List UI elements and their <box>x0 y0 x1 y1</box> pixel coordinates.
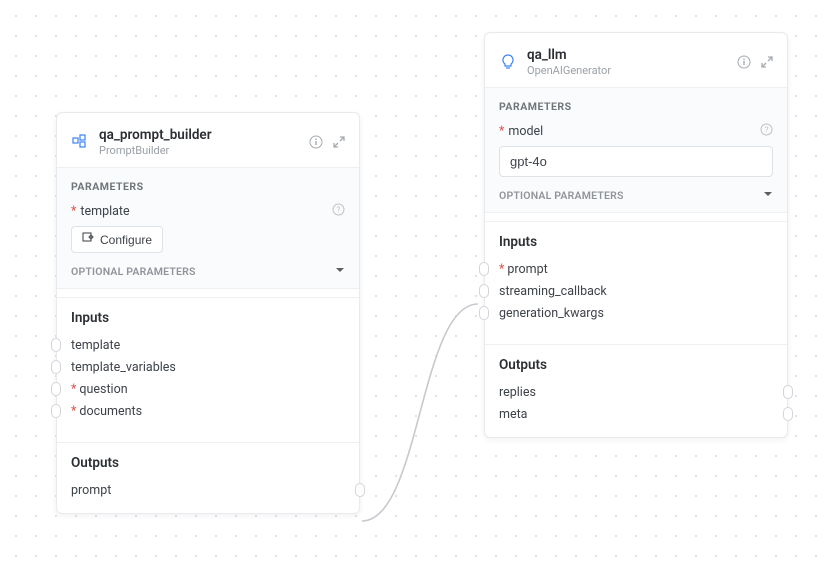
input-template-variables: template_variables <box>71 356 345 378</box>
port-handle[interactable] <box>51 404 61 418</box>
port-handle[interactable] <box>479 284 489 298</box>
edit-icon <box>82 232 94 247</box>
port-handle[interactable] <box>51 338 61 352</box>
input-question: *question <box>71 378 345 400</box>
node-subtitle: PromptBuilder <box>99 144 212 157</box>
inputs-heading: Inputs <box>499 234 773 250</box>
inputs-heading: Inputs <box>71 310 345 326</box>
port-handle[interactable] <box>479 306 489 320</box>
outputs-heading: Outputs <box>71 455 345 471</box>
grid-icon <box>71 133 89 151</box>
node-title: qa_prompt_builder <box>99 127 212 143</box>
port-handle[interactable] <box>783 385 793 399</box>
optional-parameters-toggle[interactable]: OPTIONAL PARAMETERS <box>499 189 773 202</box>
svg-text:?: ? <box>765 126 769 135</box>
expand-icon[interactable] <box>761 56 773 68</box>
port-handle[interactable] <box>51 360 61 374</box>
output-meta: meta <box>499 403 773 425</box>
param-template-label: *template ? <box>71 203 345 220</box>
outputs-heading: Outputs <box>499 357 773 373</box>
configure-label: Configure <box>100 233 152 247</box>
node-header: qa_llm OpenAIGenerator <box>485 33 787 87</box>
inputs-section: Inputs template template_variables *ques… <box>57 297 359 434</box>
chevron-down-icon <box>763 189 773 202</box>
param-model-label: *model ? <box>499 123 773 140</box>
node-qa-llm[interactable]: qa_llm OpenAIGenerator PARAMETERS *model… <box>484 32 788 438</box>
input-streaming-callback: streaming_callback <box>499 280 773 302</box>
model-input[interactable] <box>499 146 773 177</box>
input-documents: *documents <box>71 400 345 422</box>
input-template: template <box>71 334 345 356</box>
port-handle[interactable] <box>51 382 61 396</box>
port-handle[interactable] <box>783 407 793 421</box>
input-prompt: *prompt <box>499 258 773 280</box>
svg-text:?: ? <box>337 206 341 215</box>
node-title: qa_llm <box>527 47 611 63</box>
port-handle[interactable] <box>355 483 365 497</box>
info-icon[interactable] <box>737 55 751 69</box>
expand-icon[interactable] <box>333 136 345 148</box>
output-prompt: prompt <box>71 479 345 501</box>
parameters-block: PARAMETERS *model ? OPTIONAL PARAMETERS <box>485 87 787 213</box>
info-icon[interactable] <box>309 135 323 149</box>
inputs-section: Inputs *prompt streaming_callback genera… <box>485 221 787 336</box>
outputs-section: Outputs prompt <box>57 442 359 513</box>
configure-button[interactable]: Configure <box>71 226 163 253</box>
chevron-down-icon <box>335 265 345 278</box>
node-qa-prompt-builder[interactable]: qa_prompt_builder PromptBuilder PARAMETE… <box>56 112 360 514</box>
node-header: qa_prompt_builder PromptBuilder <box>57 113 359 167</box>
outputs-section: Outputs replies meta <box>485 344 787 437</box>
parameters-heading: PARAMETERS <box>499 100 773 113</box>
help-icon[interactable]: ? <box>332 203 345 220</box>
optional-parameters-toggle[interactable]: OPTIONAL PARAMETERS <box>71 265 345 278</box>
port-handle[interactable] <box>479 262 489 276</box>
help-icon[interactable]: ? <box>760 123 773 140</box>
parameters-block: PARAMETERS *template ? Configure OPTIONA… <box>57 167 359 289</box>
input-generation-kwargs: generation_kwargs <box>499 302 773 324</box>
output-replies: replies <box>499 381 773 403</box>
parameters-heading: PARAMETERS <box>71 180 345 193</box>
lightbulb-icon <box>499 53 517 71</box>
node-subtitle: OpenAIGenerator <box>527 64 611 77</box>
